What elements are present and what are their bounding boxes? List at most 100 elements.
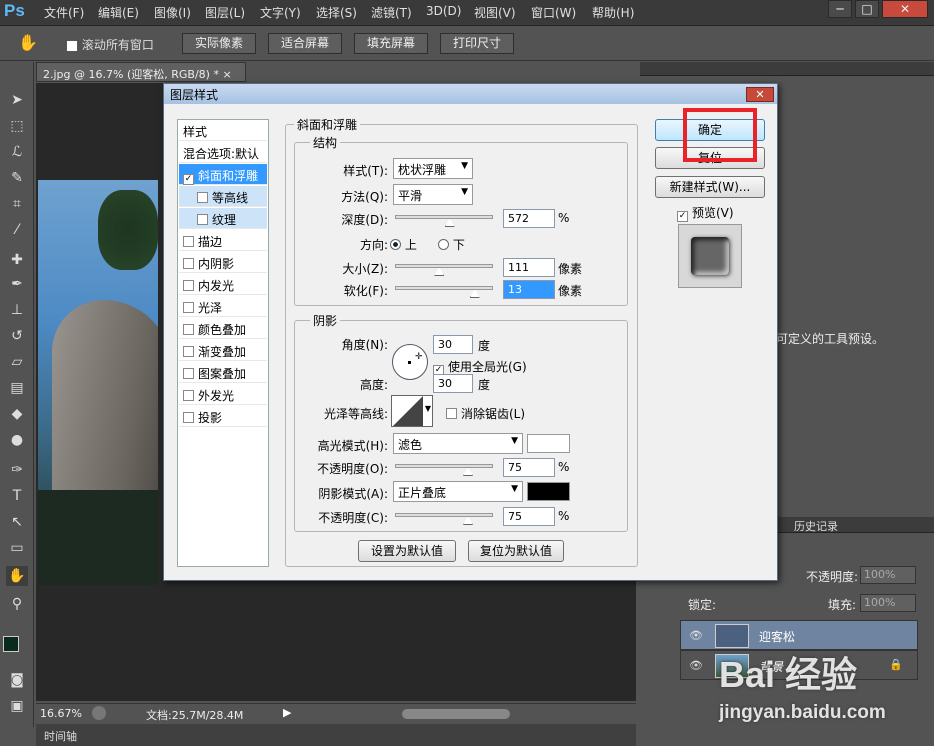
quick-select-icon[interactable]: ✎ [6,168,28,188]
size-input[interactable]: 111 [503,258,555,277]
radio-unselected-icon[interactable] [438,239,449,250]
angle-input[interactable]: 30 [433,335,473,354]
checkbox-icon[interactable] [183,258,194,269]
timeline-label[interactable]: 时间轴 [44,728,77,744]
checkbox-icon[interactable]: ✓ [183,174,194,185]
document-tab[interactable]: 2.jpg @ 16.7% (迎客松, RGB/8) * × [36,62,246,82]
blur-tool-icon[interactable]: ◆ [6,404,28,424]
depth-input[interactable]: 572 [503,209,555,228]
checkbox-icon[interactable] [197,214,208,225]
checkbox-icon[interactable] [183,412,194,423]
status-arrow-icon[interactable]: ▶ [283,706,291,719]
scroll-all-checkbox[interactable] [66,39,78,52]
print-size-button[interactable]: 打印尺寸 [440,33,514,54]
style-item-bevel[interactable]: ✓ 斜面和浮雕 [179,164,267,185]
highlight-opacity-slider[interactable] [395,464,493,476]
path-select-icon[interactable]: ↖ [6,512,28,532]
menu-help[interactable]: 帮助(H) [592,4,634,21]
technique-select[interactable]: 平滑 ▼ [393,184,473,205]
make-default-button[interactable]: 设置为默认值 [358,540,456,562]
style-item-inner-shadow[interactable]: 内阴影 [179,252,267,273]
layer-opacity-field[interactable]: 100% [860,566,916,584]
shadow-opacity-slider[interactable] [395,513,493,525]
angle-dial[interactable]: ✛ [392,344,428,380]
new-style-button[interactable]: 新建样式(W)... [655,176,765,198]
zoom-tool-icon[interactable]: ⚲ [6,594,28,614]
shadow-color-swatch[interactable] [527,482,570,501]
direction-down-radio[interactable]: 下 [438,236,465,253]
menu-window[interactable]: 窗口(W) [531,4,576,21]
style-item-color-overlay[interactable]: 颜色叠加 [179,318,267,339]
pen-tool-icon[interactable]: ✑ [6,460,28,480]
checkbox-icon[interactable] [183,280,194,291]
hand-tool-icon[interactable]: ✋ [6,566,28,586]
brush-tool-icon[interactable]: ✒ [6,274,28,294]
eye-icon[interactable]: 👁 [689,659,703,672]
style-item-contour[interactable]: 等高线 [179,186,267,207]
style-item-inner-glow[interactable]: 内发光 [179,274,267,295]
healing-brush-icon[interactable]: ✚ [6,250,28,270]
menu-filter[interactable]: 滤镜(T) [371,4,412,21]
eye-icon[interactable]: 👁 [689,629,703,642]
history-tab[interactable]: 历史记录 [794,518,838,534]
quick-mask-icon[interactable]: ◙ [6,670,28,690]
style-item-outer-glow[interactable]: 外发光 [179,384,267,405]
menu-3d[interactable]: 3D(D) [426,4,461,18]
scroll-all-windows[interactable]: 滚动所有窗口 [66,36,154,53]
depth-slider[interactable] [395,215,493,227]
move-tool-icon[interactable]: ➤ [6,90,28,110]
menu-layer[interactable]: 图层(L) [205,4,245,21]
fit-screen-button[interactable]: 适合屏幕 [268,33,342,54]
highlight-mode-select[interactable]: 滤色 ▼ [393,433,523,454]
checkbox-icon[interactable] [183,236,194,247]
antialias-checkbox[interactable]: 消除锯齿(L) [446,405,525,422]
style-item-gradient-overlay[interactable]: 渐变叠加 [179,340,267,361]
eraser-icon[interactable]: ▱ [6,352,28,372]
type-tool-icon[interactable]: T [6,486,28,506]
checkbox-icon[interactable] [183,324,194,335]
fill-screen-button[interactable]: 填充屏幕 [354,33,428,54]
style-item-texture[interactable]: 纹理 [179,208,267,229]
gradient-icon[interactable]: ▤ [6,378,28,398]
style-item-drop-shadow[interactable]: 投影 [179,406,267,427]
fill-field[interactable]: 100% [860,594,916,612]
history-brush-icon[interactable]: ↺ [6,326,28,346]
dialog-close-button[interactable]: ✕ [746,87,774,102]
menu-select[interactable]: 选择(S) [316,4,357,21]
zoom-level[interactable]: 16.67% [40,707,82,720]
dodge-tool-icon[interactable]: ● [6,430,28,450]
highlight-color-swatch[interactable] [527,434,570,453]
foreground-color-swatch[interactable] [3,636,19,652]
clone-stamp-icon[interactable]: ⊥ [6,300,28,320]
radio-selected-icon[interactable] [390,239,401,250]
style-list-header[interactable]: 样式 [179,120,267,141]
checkbox-icon[interactable] [183,368,194,379]
screen-mode-icon[interactable]: ▣ [6,696,28,716]
minimize-button[interactable]: ─ [828,0,852,18]
reset-default-button[interactable]: 复位为默认值 [468,540,564,562]
style-item-satin[interactable]: 光泽 [179,296,267,317]
highlight-opacity-input[interactable]: 75 [503,458,555,477]
checkbox-icon[interactable] [183,390,194,401]
checkbox-icon[interactable] [183,346,194,357]
menu-type[interactable]: 文字(Y) [260,4,301,21]
altitude-input[interactable]: 30 [433,374,473,393]
checkbox-icon[interactable] [197,192,208,203]
shadow-mode-select[interactable]: 正片叠底 ▼ [393,481,523,502]
preview-checkbox[interactable]: ✓ 预览(V) [677,204,734,222]
crop-tool-icon[interactable]: ⌗ [6,194,28,214]
menu-edit[interactable]: 编辑(E) [98,4,139,21]
restore-button[interactable]: □ [855,0,879,18]
bevel-style-select[interactable]: 枕状浮雕 ▼ [393,158,473,179]
eyedropper-icon[interactable]: ⁄ [6,220,28,240]
blending-options-item[interactable]: 混合选项:默认 [179,142,267,163]
style-item-pattern-overlay[interactable]: 图案叠加 [179,362,267,383]
close-app-button[interactable]: ✕ [882,0,928,18]
checkbox-icon[interactable] [183,302,194,313]
menu-view[interactable]: 视图(V) [474,4,516,21]
soften-input[interactable]: 13 [503,280,555,299]
hand-tool-icon[interactable]: ✋ [18,33,38,52]
menu-image[interactable]: 图像(I) [154,4,191,21]
lasso-tool-icon[interactable]: ℒ [6,142,28,162]
soften-slider[interactable] [395,286,493,298]
